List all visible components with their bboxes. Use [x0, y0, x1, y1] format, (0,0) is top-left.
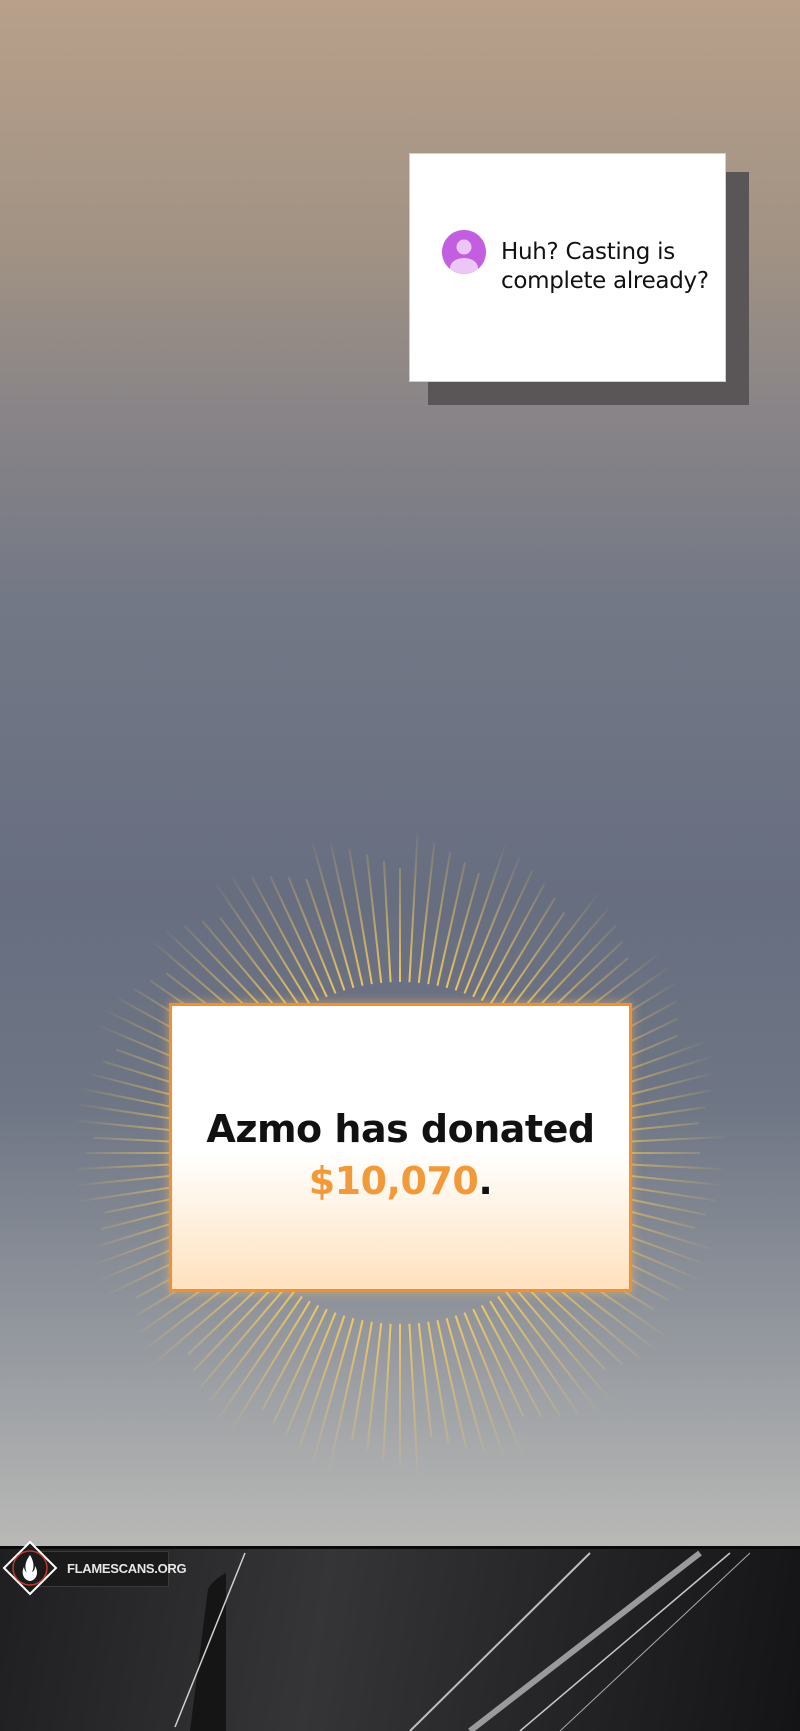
- burst-ray: [427, 1321, 450, 1444]
- burst-ray: [505, 891, 601, 1016]
- burst-ray: [489, 1300, 561, 1417]
- donation-message: Azmo has donated $10,070.: [172, 1103, 629, 1207]
- burst-ray: [497, 911, 566, 1011]
- chat-message-card: Huh? Casting is complete already?: [409, 153, 726, 382]
- burst-ray: [408, 1323, 419, 1474]
- watermark-site: FLAMESCANS.ORG: [67, 1561, 187, 1576]
- burst-ray: [512, 1285, 618, 1408]
- flame-logo-icon: [2, 1540, 58, 1596]
- donation-alert-box: Azmo has donated $10,070.: [169, 1003, 632, 1292]
- chat-message-text: Huh? Casting is complete already?: [501, 239, 709, 294]
- burst-ray: [472, 869, 534, 998]
- burst-ray: [436, 861, 467, 986]
- burst-ray: [250, 875, 320, 1002]
- burst-ray: [480, 1304, 543, 1418]
- donation-period: .: [478, 1159, 493, 1203]
- burst-ray: [463, 1312, 524, 1456]
- burst-ray: [489, 897, 556, 1006]
- donor-name: Azmo: [206, 1107, 322, 1151]
- burst-ray: [480, 883, 546, 1002]
- user-avatar-icon: [442, 230, 486, 274]
- burst-ray: [351, 1321, 373, 1441]
- burst-ray: [417, 1322, 433, 1438]
- donation-amount: $10,070: [308, 1159, 479, 1203]
- burst-ray: [219, 917, 295, 1016]
- burst-ray: [472, 1308, 525, 1418]
- burst-ray: [382, 1323, 392, 1459]
- burst-ray: [269, 875, 328, 998]
- donation-verb: has donated: [334, 1107, 595, 1151]
- burst-ray: [408, 833, 419, 983]
- burst-ray: [382, 860, 392, 983]
- burst-ray: [463, 856, 521, 994]
